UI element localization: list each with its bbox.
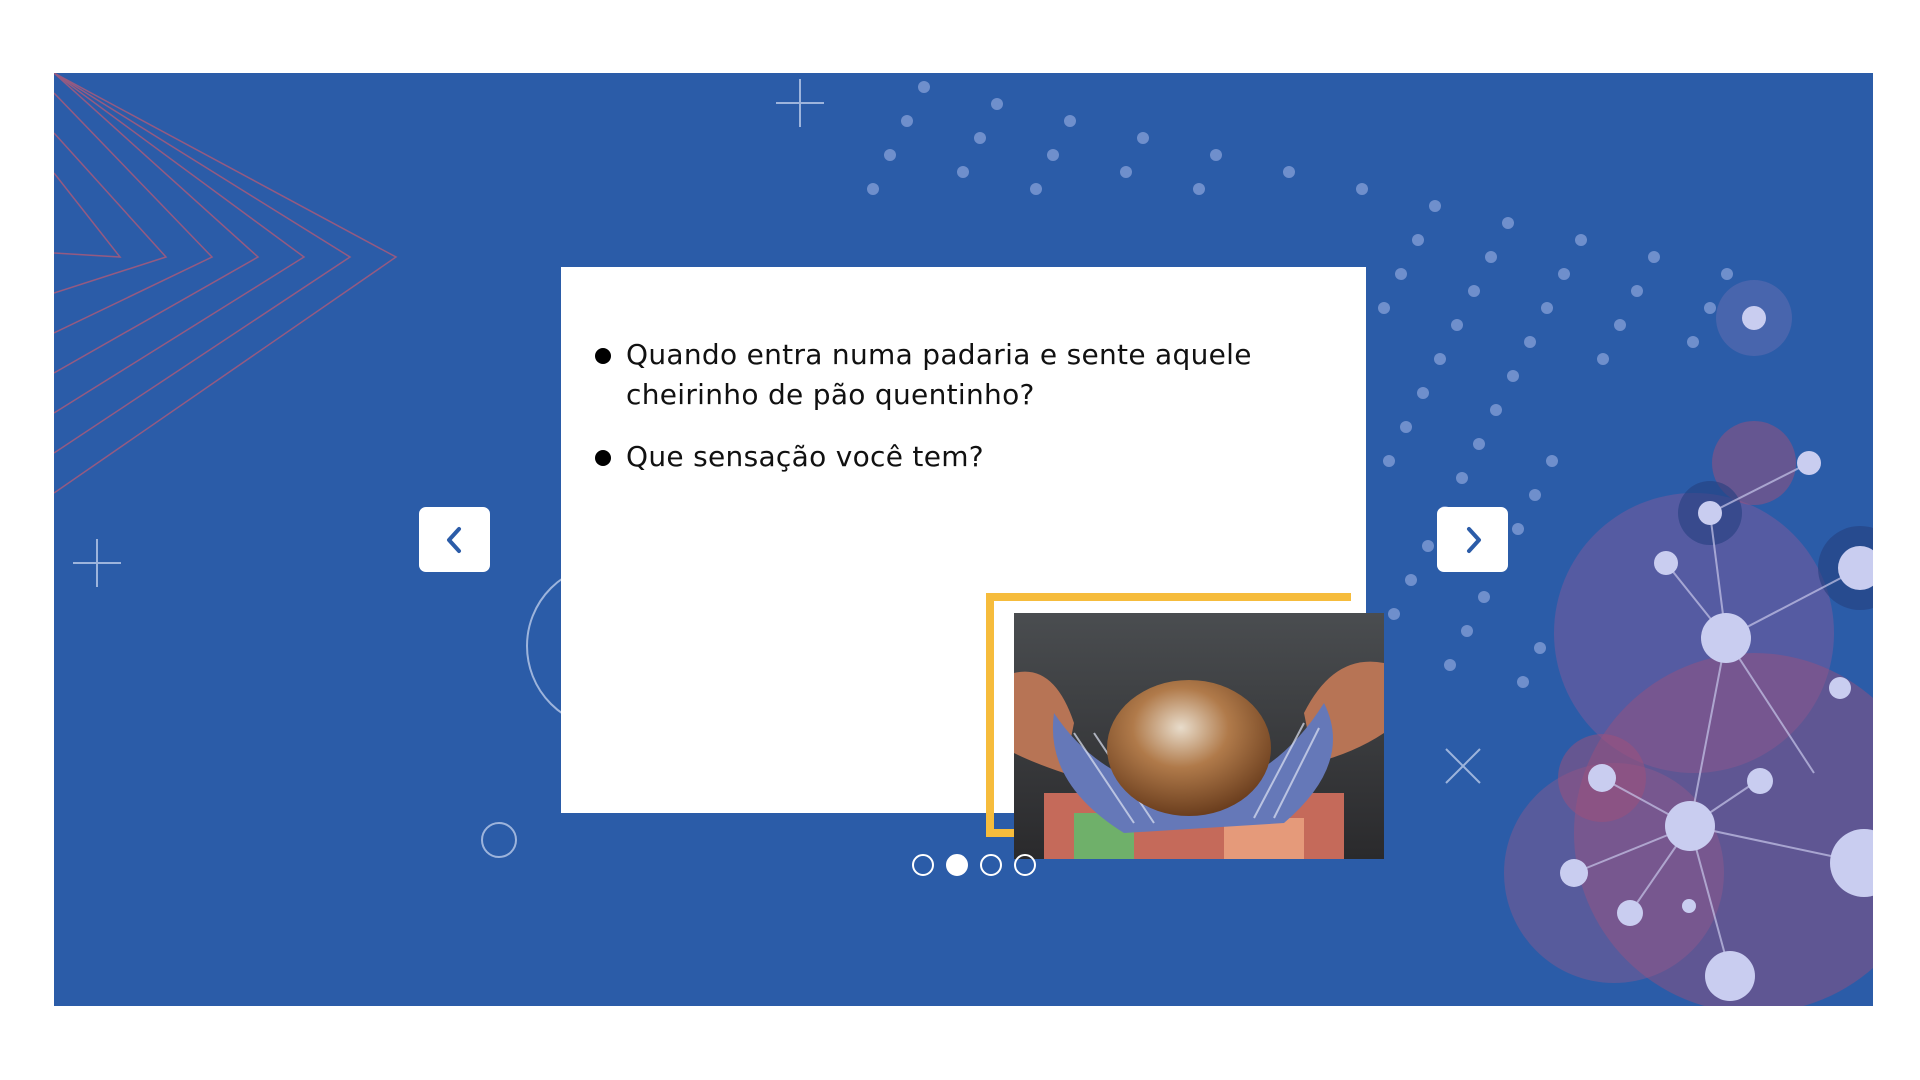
- pattern-dot: [1388, 608, 1400, 620]
- pattern-dot: [1417, 387, 1429, 399]
- pattern-dot: [1687, 336, 1699, 348]
- pattern-dot: [1461, 625, 1473, 637]
- bullet-list: Quando entra numa padaria e sente aquele…: [595, 335, 1315, 499]
- slide-stage: Quando entra numa padaria e sente aquele…: [54, 73, 1873, 1006]
- pattern-dot: [1529, 489, 1541, 501]
- pattern-dot: [1451, 319, 1463, 331]
- bullet-icon: [595, 348, 611, 364]
- network-decoration: [1504, 280, 1873, 1006]
- pattern-dot: [1524, 336, 1536, 348]
- pattern-dot: [1721, 268, 1733, 280]
- previous-slide-button[interactable]: [419, 507, 490, 572]
- pattern-dot: [1422, 540, 1434, 552]
- pattern-dot: [1490, 404, 1502, 416]
- pattern-dot: [1478, 591, 1490, 603]
- pattern-dot: [1137, 132, 1149, 144]
- bread-photo: [1014, 613, 1384, 859]
- pattern-dot: [1631, 285, 1643, 297]
- pattern-dot: [918, 81, 930, 93]
- pattern-dot: [1400, 421, 1412, 433]
- bullet-text: Quando entra numa padaria e sente aquele…: [626, 338, 1252, 411]
- pattern-dot: [1064, 115, 1076, 127]
- pattern-dot: [1614, 319, 1626, 331]
- pattern-dot: [1485, 251, 1497, 263]
- pattern-dot: [1047, 149, 1059, 161]
- pattern-dot: [1534, 642, 1546, 654]
- pattern-dot: [1648, 251, 1660, 263]
- pattern-dot: [1395, 268, 1407, 280]
- pattern-dot: [1456, 472, 1468, 484]
- pattern-dot: [1502, 217, 1514, 229]
- pattern-dot: [1575, 234, 1587, 246]
- pattern-dot: [1517, 676, 1529, 688]
- chevron-right-icon: [1466, 526, 1481, 553]
- pattern-dot: [1468, 285, 1480, 297]
- pattern-dot: [1597, 353, 1609, 365]
- pattern-dot: [1704, 302, 1716, 314]
- pattern-dot: [1120, 166, 1132, 178]
- pattern-dot: [901, 115, 913, 127]
- pattern-dot: [1444, 659, 1456, 671]
- pattern-dot: [1541, 302, 1553, 314]
- pattern-dot: [1429, 200, 1441, 212]
- page-dot-1[interactable]: [912, 854, 934, 876]
- page-dot-2-active[interactable]: [946, 854, 968, 876]
- pattern-dot: [991, 98, 1003, 110]
- bullet-icon: [595, 450, 611, 466]
- pattern-dot: [1507, 370, 1519, 382]
- pagination: [912, 854, 1036, 876]
- pattern-dot: [1434, 353, 1446, 365]
- chevron-lines-decoration: [54, 73, 398, 494]
- bullet-text: Que sensação você tem?: [626, 440, 984, 473]
- pattern-dot: [1383, 455, 1395, 467]
- pattern-dot: [1512, 523, 1524, 535]
- pattern-dot: [1030, 183, 1042, 195]
- circle-decoration: [481, 822, 517, 858]
- chevron-left-icon: [446, 526, 461, 553]
- bullet-item: Quando entra numa padaria e sente aquele…: [595, 335, 1315, 415]
- pattern-dot: [1193, 183, 1205, 195]
- pattern-dot: [1412, 234, 1424, 246]
- pattern-dot: [1283, 166, 1295, 178]
- pattern-dot: [1405, 574, 1417, 586]
- pattern-dot: [1356, 183, 1368, 195]
- page-dot-4[interactable]: [1014, 854, 1036, 876]
- pattern-dot: [1210, 149, 1222, 161]
- pattern-dot: [957, 166, 969, 178]
- bullet-item: Que sensação você tem?: [595, 437, 1315, 477]
- pattern-dot: [974, 132, 986, 144]
- pattern-dot: [1378, 302, 1390, 314]
- page-dot-3[interactable]: [980, 854, 1002, 876]
- next-slide-button[interactable]: [1437, 507, 1508, 572]
- pattern-dot: [884, 149, 896, 161]
- slide-card: Quando entra numa padaria e sente aquele…: [561, 267, 1384, 859]
- pattern-dot: [867, 183, 879, 195]
- pattern-dot: [1558, 268, 1570, 280]
- pattern-dot: [1473, 438, 1485, 450]
- pattern-dot: [1546, 455, 1558, 467]
